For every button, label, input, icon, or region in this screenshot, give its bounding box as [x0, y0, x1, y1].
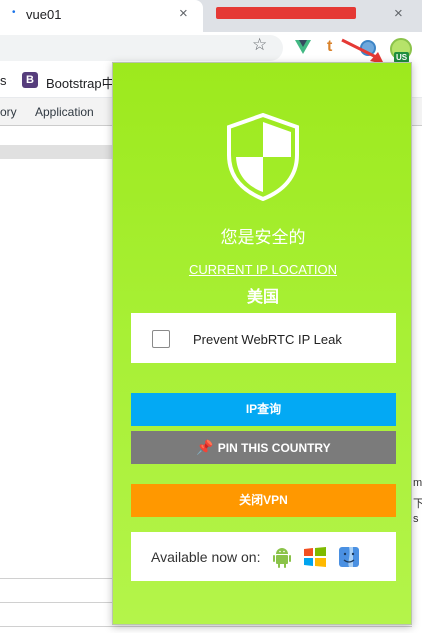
close-tab-icon[interactable]: ×	[394, 5, 403, 22]
webrtc-checkbox[interactable]	[152, 330, 170, 348]
available-label: Available now on:	[151, 549, 261, 565]
close-tab-icon[interactable]: ×	[179, 5, 188, 22]
loading-dot-icon: •	[12, 7, 16, 18]
android-icon[interactable]	[272, 546, 292, 568]
current-ip-location-link[interactable]: CURRENT IP LOCATION	[113, 262, 413, 277]
bootstrap-icon: B	[22, 72, 38, 88]
browser-window: • vue01 × × ☆ t US s B Bootstrap中 ory Ap…	[0, 0, 422, 633]
vpn-popup: 您是安全的 CURRENT IP LOCATION 美国 Prevent Web…	[112, 62, 412, 625]
bookmark-star-icon[interactable]: ☆	[252, 35, 267, 55]
devtools-tab-history[interactable]: ory	[0, 105, 17, 119]
ip-lookup-button[interactable]: IP查询	[131, 393, 396, 426]
disable-vpn-label: 关闭VPN	[239, 493, 288, 507]
tab-vue01[interactable]: • vue01 ×	[0, 0, 203, 32]
finder-icon[interactable]	[338, 546, 360, 568]
panel-header-bar	[0, 145, 120, 159]
pushpin-icon: 📌	[196, 439, 214, 455]
tab-strip: • vue01 × ×	[0, 0, 422, 32]
bookmark-bootstrap[interactable]: Bootstrap中	[46, 73, 115, 92]
available-platforms: Available now on:	[131, 532, 396, 581]
country-label: 美国	[246, 289, 279, 306]
panel-right-edge: m 下 s	[412, 126, 422, 633]
address-bar[interactable]	[0, 35, 283, 61]
bookmark-item[interactable]: s	[0, 73, 7, 88]
pin-country-button[interactable]: 📌 PIN THIS COUNTRY	[131, 431, 396, 464]
side-text: s	[413, 513, 419, 525]
webrtc-option: Prevent WebRTC IP Leak	[131, 313, 396, 363]
webrtc-label: Prevent WebRTC IP Leak	[193, 332, 342, 347]
extension-t-icon[interactable]: t	[327, 38, 332, 56]
devtools-tab-application[interactable]: Application	[35, 105, 94, 119]
ip-lookup-label: IP查询	[245, 402, 282, 416]
status-text: 您是安全的	[220, 228, 306, 247]
shield-icon	[227, 113, 299, 201]
windows-icon[interactable]	[303, 546, 327, 568]
tab-title: vue01	[26, 7, 62, 22]
divider	[0, 626, 422, 627]
toolbar: ☆ t US	[0, 32, 422, 64]
side-text: m	[413, 477, 422, 489]
disable-vpn-button[interactable]: 关闭VPN	[131, 484, 396, 517]
side-text: 下	[413, 498, 422, 510]
tab-redacted[interactable]: ×	[206, 0, 422, 32]
pin-country-label: PIN THIS COUNTRY	[217, 441, 331, 455]
vue-devtools-icon[interactable]	[295, 40, 311, 54]
redacted-title	[216, 7, 356, 19]
divider	[0, 578, 112, 579]
